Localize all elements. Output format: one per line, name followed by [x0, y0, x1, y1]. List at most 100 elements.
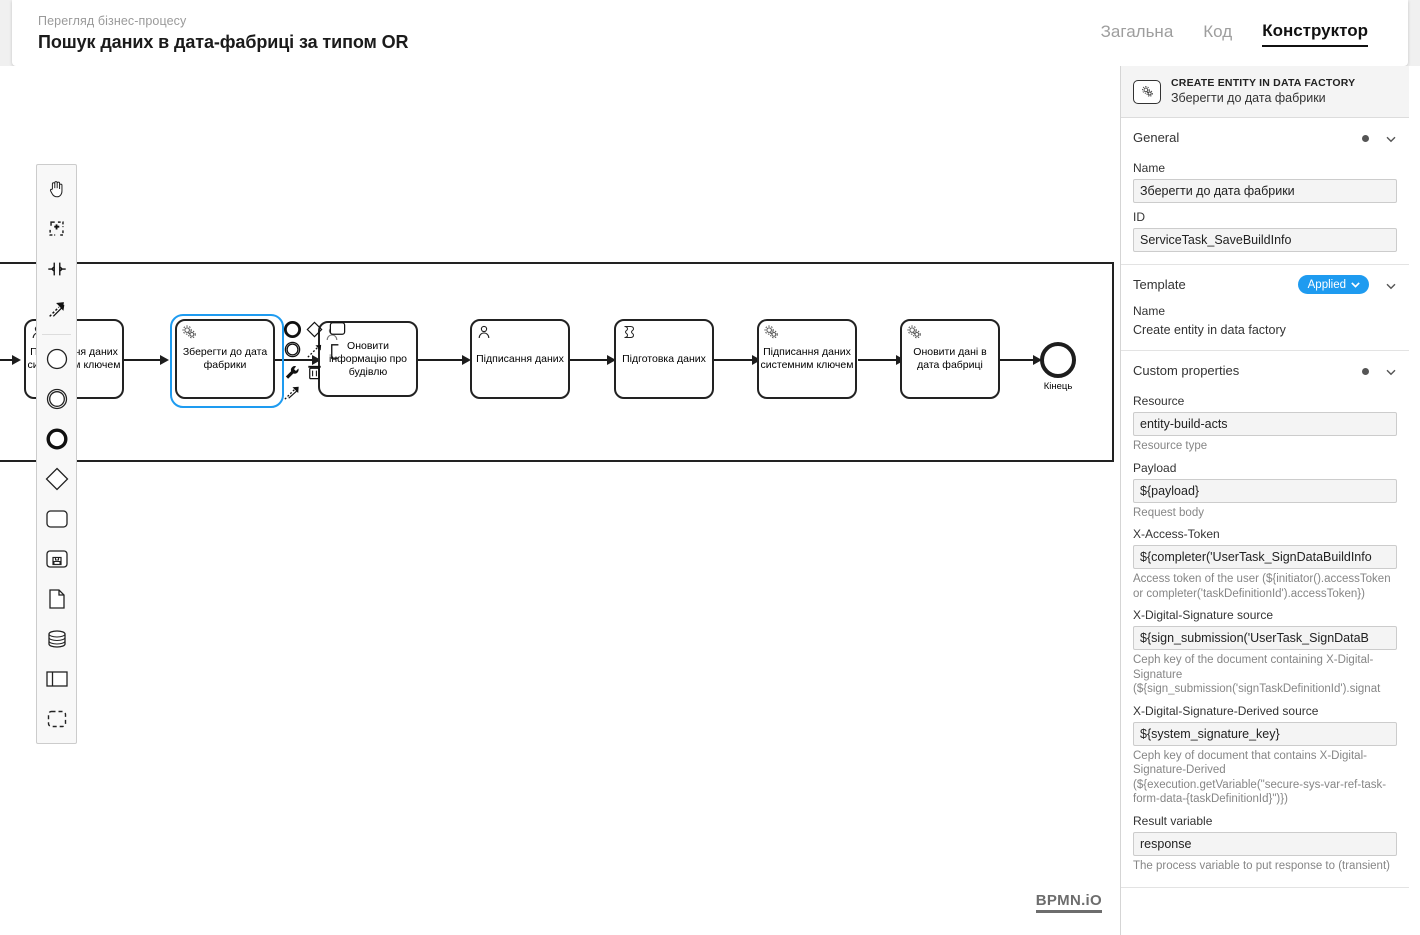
template-applied-badge[interactable]: Applied	[1297, 275, 1369, 294]
service-task-icon	[1133, 79, 1161, 104]
group-template-controls: Applied	[1297, 275, 1397, 294]
group-general: General Name Зберегти до дата фабрики ID…	[1121, 118, 1409, 265]
group-general-header[interactable]: General	[1133, 126, 1397, 154]
template-applied-label: Applied	[1307, 278, 1346, 291]
lasso-tool-icon[interactable]	[38, 209, 76, 249]
chevron-down-icon[interactable]	[1385, 132, 1397, 144]
sequence-flow-7[interactable]	[1000, 359, 1033, 361]
field-label-result-variable: Result variable	[1133, 813, 1213, 828]
sequence-flow-6[interactable]	[858, 359, 896, 361]
x-digital-signature-derived-source-hint: Ceph key of document that contains X-Dig…	[1133, 749, 1387, 806]
service-task-icon	[181, 324, 197, 340]
task-label: Оновити дані в дата фабриці	[913, 346, 987, 371]
id-input[interactable]: ServiceTask_SaveBuildInfo	[1133, 228, 1397, 252]
group-general-controls	[1362, 132, 1397, 144]
field-label-x-digital-signature-derived-source: X-Digital-Signature-Derived source	[1133, 703, 1319, 718]
append-connect-multi-icon[interactable]	[281, 381, 303, 403]
group-template-title: Template	[1133, 276, 1186, 292]
bpmn-task-update-data-factory[interactable]: Оновити дані в дата фабриці	[900, 319, 1000, 399]
top-header: Перегляд бізнес-процесу Пошук даних в да…	[12, 0, 1408, 66]
data-store-icon[interactable]	[38, 619, 76, 659]
task-label: Підписання даних системним ключем	[760, 346, 854, 371]
payload-hint: Request body	[1133, 506, 1204, 519]
bpmn-palette[interactable]	[36, 164, 77, 744]
x-digital-signature-source-input[interactable]: ${sign_submission('UserTask_SignDataB	[1133, 626, 1397, 650]
tab-kod[interactable]: Код	[1203, 21, 1232, 46]
group-custom-properties: Custom properties Resource entity-build-…	[1121, 351, 1409, 888]
properties-panel-header: CREATE ENTITY IN DATA FACTORY Зберегти д…	[1121, 66, 1409, 118]
bpmn-canvas[interactable]: Підписання даних системним ключем Зберег…	[0, 66, 1120, 935]
bpmn-task-sign-data-system-key[interactable]: Підписання даних системним ключем	[757, 319, 857, 399]
wrench-icon[interactable]	[281, 361, 303, 383]
hand-tool-icon[interactable]	[38, 169, 76, 209]
end-event-icon[interactable]	[38, 419, 76, 459]
task-label: Підготовка даних	[622, 352, 706, 365]
append-task-icon[interactable]	[326, 317, 348, 339]
group-status-dot-icon	[1362, 134, 1369, 142]
connect-icon[interactable]	[303, 340, 325, 362]
element-template-type: CREATE ENTITY IN DATA FACTORY	[1171, 77, 1356, 89]
x-access-token-hint: Access token of the user (${initiator().…	[1133, 573, 1391, 600]
x-access-token-input[interactable]: ${completer('UserTask_SignDataBuildInfo	[1133, 545, 1397, 569]
gateway-icon[interactable]	[38, 459, 76, 499]
name-input[interactable]: Зберегти до дата фабрики	[1133, 179, 1397, 203]
sequence-flow-5[interactable]	[714, 359, 752, 361]
chevron-down-icon	[1351, 282, 1360, 288]
data-object-icon[interactable]	[38, 579, 76, 619]
field-label-x-digital-signature-source: X-Digital-Signature source	[1133, 608, 1274, 622]
field-label-id: ID	[1133, 210, 1145, 224]
properties-panel[interactable]: CREATE ENTITY IN DATA FACTORY Зберегти д…	[1120, 66, 1420, 935]
header-tabs: Загальна Код Конструктор	[1101, 20, 1382, 47]
tab-zagalna[interactable]: Загальна	[1101, 21, 1174, 46]
participant-icon[interactable]	[38, 659, 76, 699]
bpmn-task-sign-data[interactable]: Підписання даних	[470, 319, 570, 399]
bpmn-task-save-to-data-factory[interactable]: Зберегти до дата фабрики	[175, 319, 275, 399]
group-custom-properties-header[interactable]: Custom properties	[1133, 359, 1397, 387]
properties-panel-content: CREATE ENTITY IN DATA FACTORY Зберегти д…	[1121, 66, 1409, 888]
group-template-header[interactable]: Template Applied	[1133, 271, 1397, 302]
space-tool-icon[interactable]	[38, 249, 76, 289]
breadcrumb: Перегляд бізнес-процесу	[38, 13, 187, 28]
result-variable-input[interactable]: response	[1133, 831, 1397, 856]
start-event-icon[interactable]	[38, 339, 76, 379]
group-custom-properties-controls	[1362, 365, 1397, 377]
payload-input[interactable]: ${payload}	[1133, 478, 1397, 503]
palette-separator	[42, 334, 71, 335]
field-label-x-access-token: X-Access-Token	[1133, 527, 1220, 541]
element-name: Зберегти до дата фабрики	[1171, 91, 1326, 105]
sequence-flow-1[interactable]	[124, 359, 160, 361]
template-name-value: Create entity in data factory	[1133, 323, 1286, 337]
group-icon[interactable]	[38, 699, 76, 739]
resource-hint: Resource type	[1133, 440, 1208, 452]
intermediate-event-icon[interactable]	[38, 379, 76, 419]
service-task-icon	[906, 324, 922, 340]
delete-icon[interactable]	[303, 361, 325, 383]
end-event-label: Кінець	[1043, 381, 1073, 392]
sequence-flow-4[interactable]	[570, 359, 607, 361]
task-icon[interactable]	[38, 499, 76, 539]
sequence-flow-1-arrow	[160, 355, 169, 365]
app-root: Перегляд бізнес-процесу Пошук даних в да…	[0, 0, 1420, 935]
append-gateway-icon[interactable]	[303, 318, 325, 340]
bpmn-end-event[interactable]	[1040, 342, 1076, 378]
sequence-flow-0[interactable]	[0, 359, 12, 361]
tab-konstruktor[interactable]: Конструктор	[1262, 20, 1368, 47]
group-custom-properties-title: Custom properties	[1133, 363, 1240, 378]
task-label: Зберегти до дата фабрики	[182, 346, 268, 371]
append-text-annotation-icon[interactable]	[325, 340, 347, 362]
field-label-payload: Payload	[1133, 460, 1177, 475]
bpmnio-watermark[interactable]: BPMN.iO	[1035, 892, 1102, 913]
subprocess-icon[interactable]	[38, 539, 76, 579]
title-group: Перегляд бізнес-процесу Пошук даних в да…	[38, 13, 409, 53]
append-intermediate-event-icon[interactable]	[281, 338, 303, 360]
context-pad[interactable]	[281, 318, 345, 400]
chevron-down-icon[interactable]	[1385, 365, 1397, 377]
sequence-flow-0-arrow	[12, 355, 21, 365]
resource-input[interactable]: entity-build-acts	[1133, 412, 1397, 436]
x-digital-signature-derived-source-input[interactable]: ${system_signature_key}	[1133, 721, 1397, 746]
append-end-event-icon[interactable]	[281, 318, 303, 340]
chevron-down-icon[interactable]	[1385, 279, 1397, 291]
bpmn-task-prepare-data[interactable]: Підготовка даних	[614, 319, 714, 399]
x-digital-signature-source-hint: Ceph key of the document containing X-Di…	[1133, 654, 1381, 695]
global-connect-tool-icon[interactable]	[38, 289, 76, 329]
